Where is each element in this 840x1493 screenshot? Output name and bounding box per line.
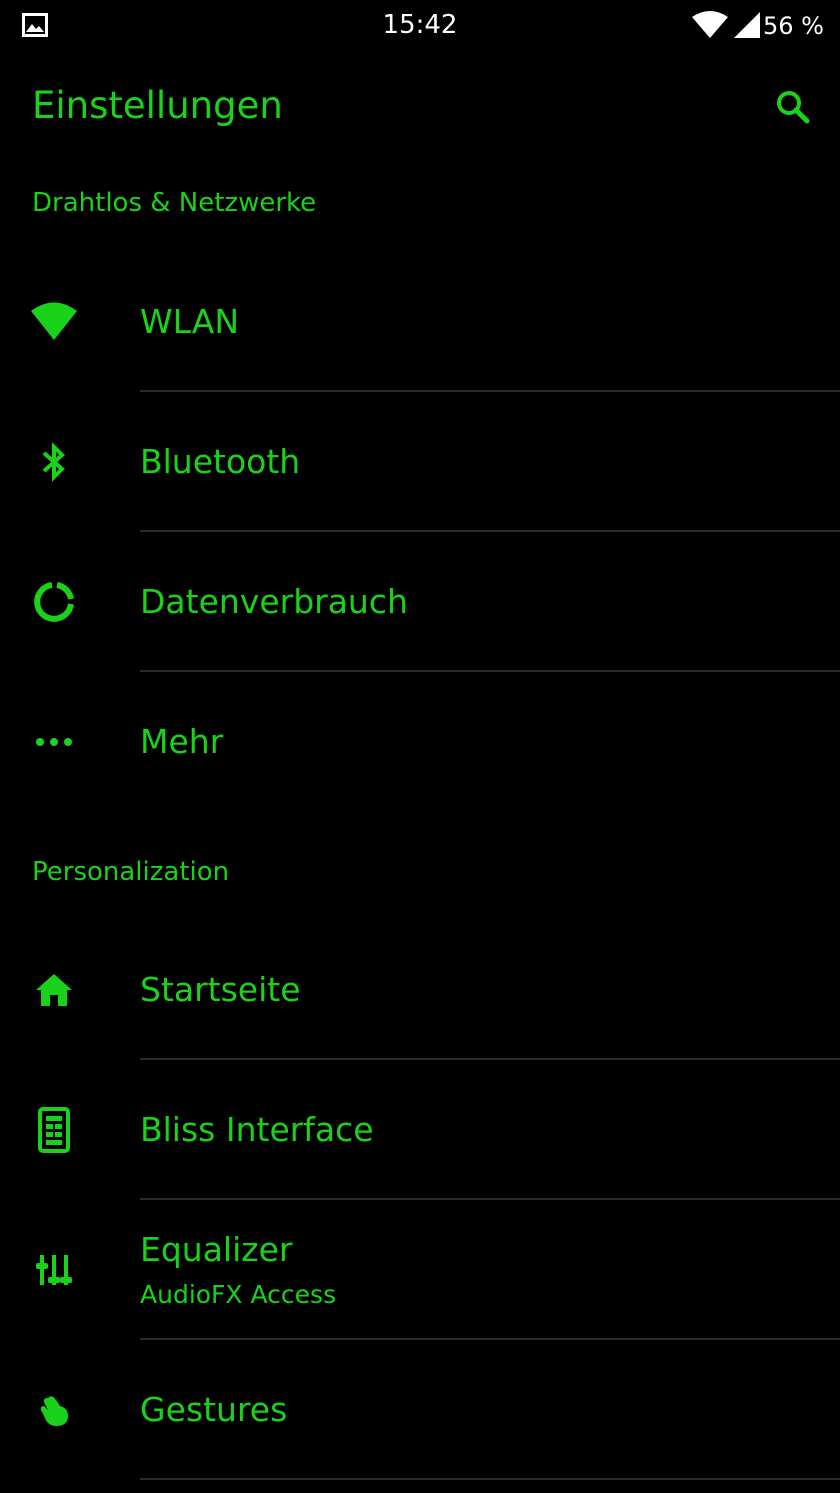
app-toolbar: Einstellungen	[0, 52, 840, 160]
settings-item-label: Startseite	[140, 970, 301, 1009]
settings-item-label: Equalizer	[140, 1230, 293, 1269]
settings-item-label: Datenverbrauch	[140, 582, 408, 621]
section-header-wireless: Drahtlos & Netzwerke	[32, 188, 317, 218]
page-title: Einstellungen	[32, 84, 283, 127]
settings-item-wlan[interactable]: WLAN	[0, 252, 840, 392]
settings-item-label: Gestures	[140, 1390, 288, 1429]
search-button[interactable]	[768, 82, 818, 132]
settings-item-bluetooth[interactable]: Bluetooth	[0, 392, 840, 532]
cell-signal-icon	[734, 12, 760, 38]
wifi-icon	[22, 290, 86, 354]
gesture-icon	[22, 1378, 86, 1442]
divider	[140, 1478, 840, 1480]
settings-item-data-usage[interactable]: Datenverbrauch	[0, 532, 840, 672]
device-interface-icon	[22, 1098, 86, 1162]
home-icon	[22, 958, 86, 1022]
settings-item-bliss-interface[interactable]: Bliss Interface	[0, 1060, 840, 1200]
equalizer-icon	[22, 1238, 86, 1302]
settings-item-label: Bliss Interface	[140, 1110, 374, 1149]
settings-item-label: Mehr	[140, 722, 224, 761]
settings-item-equalizer[interactable]: Equalizer AudioFX Access	[0, 1200, 840, 1340]
data-usage-icon	[22, 570, 86, 634]
battery-percent: 56 %	[763, 12, 824, 40]
settings-item-summary: AudioFX Access	[140, 1280, 337, 1309]
search-icon	[777, 91, 810, 124]
settings-item-gestures[interactable]: Gestures	[0, 1340, 840, 1480]
wifi-icon	[692, 11, 728, 38]
settings-item-more[interactable]: Mehr	[0, 672, 840, 812]
status-bar: 15:42 56 %	[0, 0, 840, 52]
settings-item-label: Bluetooth	[140, 442, 301, 481]
bluetooth-icon	[22, 430, 86, 494]
more-dots-icon	[22, 710, 86, 774]
settings-item-label: WLAN	[140, 302, 240, 341]
section-header-personalization: Personalization	[32, 857, 230, 887]
settings-item-home[interactable]: Startseite	[0, 920, 840, 1060]
